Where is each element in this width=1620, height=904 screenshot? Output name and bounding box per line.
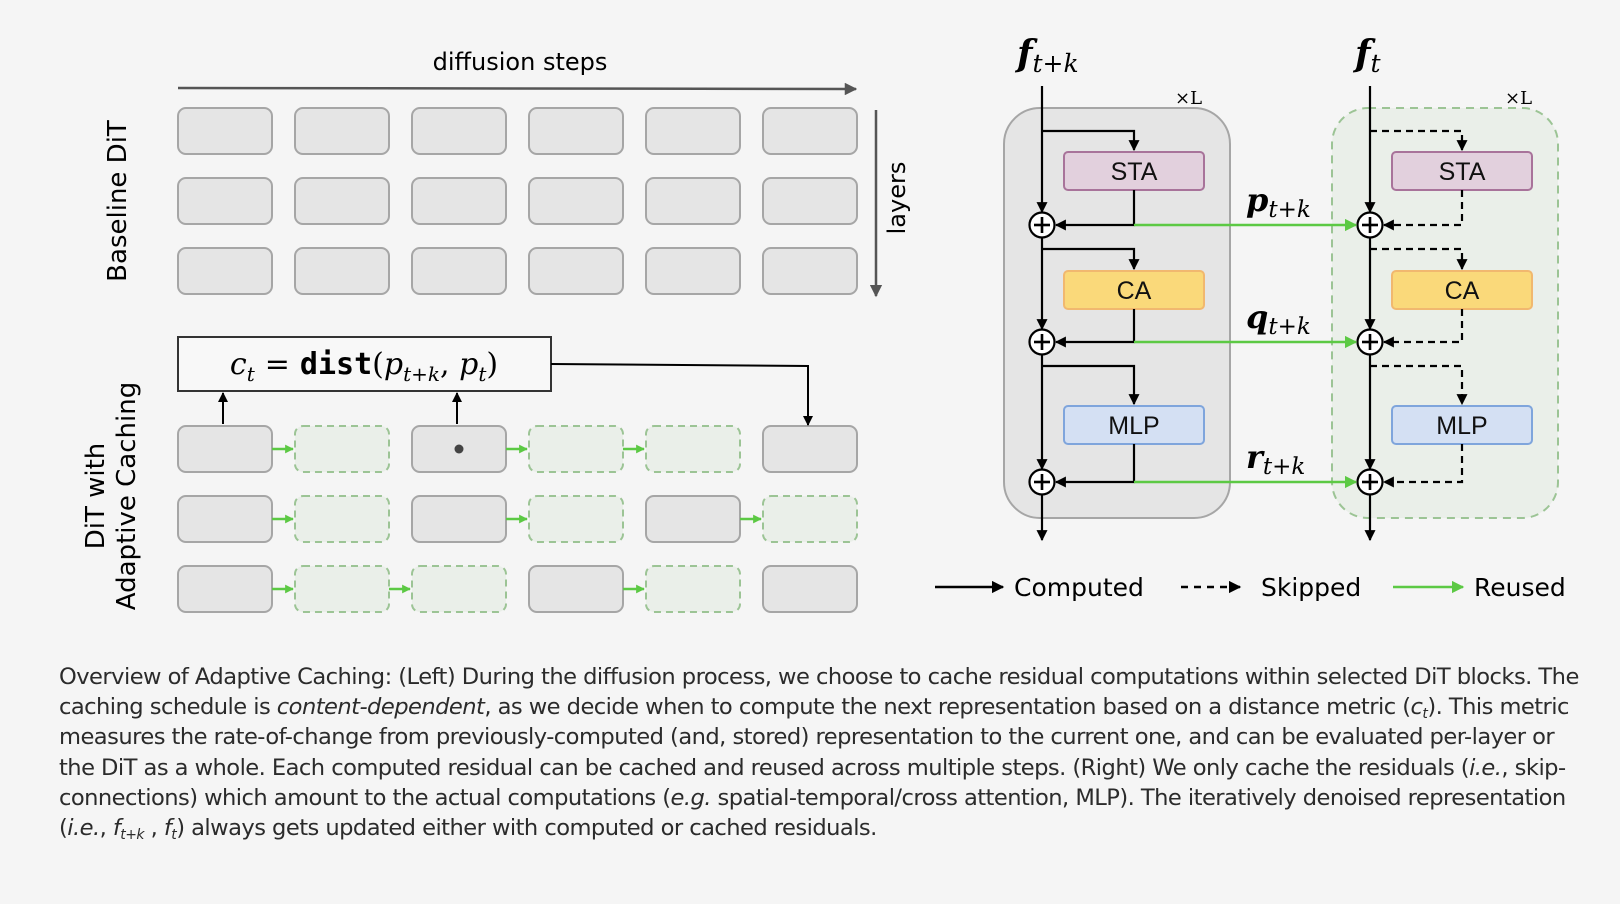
cached-block [645,565,741,613]
computed-block [645,107,741,155]
caption-emphasis: e.g. [670,784,711,811]
svg-text:Reused: Reused [1474,573,1566,602]
svg-text:ct=dist(pt+k, pt): ct = dist(pt+k, pt) [230,347,498,386]
cached-block [528,425,624,473]
computed-block [528,247,624,295]
computed-block [645,495,741,543]
computed-block [177,495,273,543]
computed-block [528,177,624,225]
computed-block [294,247,390,295]
caption-emphasis: i.e. [67,815,100,842]
legend-item-computed: Computed [935,573,1144,602]
formula-arg2: p [459,347,478,382]
computed-block [294,107,390,155]
computed-block [645,247,741,295]
caption-emphasis: i.e. [1469,754,1502,781]
computed-block [762,107,858,155]
marked-block-dot [454,444,464,454]
caption-emphasis: content-dependent [276,694,485,721]
cached-block [528,495,624,543]
computed-block [177,425,273,473]
adaptive-title-line2: Adaptive Caching [112,382,142,610]
caption-math: c [1410,694,1423,721]
computed-block [177,107,273,155]
mlp-label: MLP [1436,412,1487,440]
computed-block [528,565,624,613]
computed-block [411,107,507,155]
right-stream-label: ft [1352,33,1382,78]
adaptive-title-line1: DiT with [81,443,111,550]
computed-block [411,495,507,543]
figure-caption: Overview of Adaptive Caching: (Left) Dur… [59,662,1579,843]
formula-func: dist [300,347,372,382]
caption-text: , [143,815,164,842]
repeat-label-left: ×L [1175,88,1202,109]
cached-block [762,495,858,543]
residual-label-r: rt+k [1246,438,1305,480]
residual-label-q: qt+k [1246,298,1311,340]
residual-label-p: pt+k [1246,181,1311,223]
computed-block [762,565,858,613]
computed-block [762,177,858,225]
caption-text: ) always gets updated either with comput… [176,815,877,842]
computed-block [177,247,273,295]
computed-block [411,177,507,225]
ca-label: CA [1117,277,1152,305]
computed-block [294,177,390,225]
computed-block [177,565,273,613]
left-stream-label: ft+k [1014,33,1079,78]
left-panel: diffusion steps layers Baseline DiT DiT … [81,48,911,613]
diffusion-steps-arrow [177,82,858,96]
legend-item-skipped: Skipped [1181,573,1361,602]
distance-formula-box: ct = dist(pt+k, pt) [177,336,552,392]
legend-item-reused: Reused [1393,573,1566,602]
formula-arg1-sub: t+k [403,362,440,386]
computed-block [762,247,858,295]
computed-block [411,247,507,295]
cached-block [645,425,741,473]
adaptive-grid [177,425,858,613]
cached-block [411,565,507,613]
add-node-icon [1356,328,1384,356]
right-panel: ft+k ft ×L ×L STA CA MLP STA CA MLP pt+k qt+k rt… [1003,33,1559,542]
legend: Computed Skipped Reused [935,573,1566,602]
formula-arg1: p [384,347,403,382]
computed-block [645,177,741,225]
caption-text: , as we decide when to compute the next … [484,694,1411,721]
cached-block [294,565,390,613]
add-node-icon [1356,468,1384,496]
add-node-icon [1028,468,1056,496]
add-node-icon [1028,211,1056,239]
y-axis-label: layers [883,162,911,235]
formula-output-arrow [550,363,813,426]
caption-text: , [99,815,113,842]
ca-label: CA [1445,277,1480,305]
add-node-icon [1356,211,1384,239]
adaptive-caching-diagram: diffusion steps layers Baseline DiT DiT … [81,33,1566,613]
svg-text:Skipped: Skipped [1261,573,1361,602]
formula-lhs-sub: t [247,362,256,386]
caption-math-sub: t+k [120,827,144,844]
computed-block [762,425,858,473]
mlp-label: MLP [1108,412,1159,440]
baseline-grid [177,107,858,295]
cached-block [294,425,390,473]
svg-text:Computed: Computed [1014,573,1144,602]
formula-lhs: c [230,347,247,382]
sta-label: STA [1439,158,1486,186]
formula-equals: = [265,347,290,382]
add-node-icon [1028,328,1056,356]
cached-block [294,495,390,543]
computed-block [528,107,624,155]
baseline-dit-title: Baseline DiT [103,120,133,282]
computed-block [177,177,273,225]
x-axis-label: diffusion steps [433,48,608,76]
sta-label: STA [1111,158,1158,186]
repeat-label-right: ×L [1505,88,1532,109]
